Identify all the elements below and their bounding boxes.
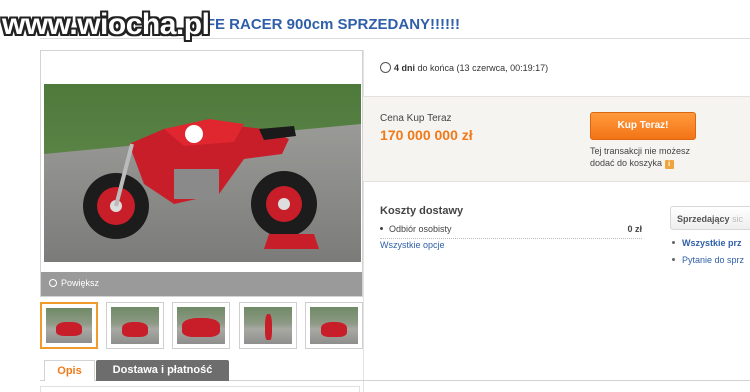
zoom-label: Powiększ xyxy=(61,278,100,288)
days-remaining: 4 dni xyxy=(394,63,416,73)
motorcycle-photo xyxy=(44,84,361,262)
thumbnail-4[interactable] xyxy=(239,302,297,349)
seller-all-items-link[interactable]: Wszystkie prz xyxy=(672,238,742,248)
ask-seller-text: Pytanie do sprz xyxy=(682,255,745,265)
time-remaining: 4 dni do końca (13 czerwca, 00:19:17) xyxy=(380,60,548,73)
cart-note: Tej transakcji nie możesz dodać do koszy… xyxy=(590,145,700,169)
seller-box[interactable]: Sprzedający sic xyxy=(670,206,750,230)
tab-content-panel xyxy=(40,386,360,392)
all-shipping-options-link[interactable]: Wszystkie opcje xyxy=(380,240,445,250)
end-date: do końca (13 czerwca, 00:19:17) xyxy=(417,63,549,73)
auction-page: www.wiocha.pl AFE RACER 900cm SPRZEDANY!… xyxy=(0,0,750,392)
thumbnail-3[interactable] xyxy=(172,302,230,349)
price-value: 170 000 000 zł xyxy=(380,127,473,143)
shipping-method: Odbiór osobisty xyxy=(389,224,452,234)
shipping-row: Odbiór osobisty 0 zł xyxy=(380,224,642,239)
buy-now-button[interactable]: Kup Teraz! xyxy=(590,112,696,140)
shipping-cost: 0 zł xyxy=(627,224,642,234)
seller-label-faded: sic xyxy=(732,214,744,224)
main-photo[interactable] xyxy=(44,84,361,262)
price-label: Cena Kup Teraz xyxy=(380,113,452,124)
magnifier-icon xyxy=(49,279,57,287)
zoom-bar[interactable]: Powiększ xyxy=(41,272,362,296)
ask-seller-link[interactable]: Pytanie do sprz xyxy=(672,255,744,265)
thumbnail-strip xyxy=(40,302,364,350)
shipping-title: Koszty dostawy xyxy=(380,205,464,217)
tab-delivery-payment[interactable]: Dostawa i płatność xyxy=(96,360,229,381)
photo-gallery: Powiększ xyxy=(40,50,363,297)
tab-description[interactable]: Opis xyxy=(44,360,95,381)
seller-all-items-text: Wszystkie prz xyxy=(682,238,742,248)
listing-title: AFE RACER 900cm SPRZEDANY!!!!!! xyxy=(195,16,461,33)
cart-note-text: Tej transakcji nie możesz dodać do koszy… xyxy=(590,146,691,168)
buy-now-box: Cena Kup Teraz 170 000 000 zł Kup Teraz!… xyxy=(363,96,750,182)
thumbnail-5[interactable] xyxy=(305,302,363,349)
thumbnail-2[interactable] xyxy=(106,302,164,349)
watermark: www.wiocha.pl xyxy=(2,8,210,41)
bullet-icon xyxy=(380,227,383,230)
bullet-icon xyxy=(672,258,675,261)
seller-label: Sprzedający xyxy=(677,214,730,224)
info-icon[interactable]: i xyxy=(664,160,674,169)
clock-icon xyxy=(380,62,391,73)
thumbnail-1[interactable] xyxy=(40,302,98,349)
bullet-icon xyxy=(672,241,675,244)
